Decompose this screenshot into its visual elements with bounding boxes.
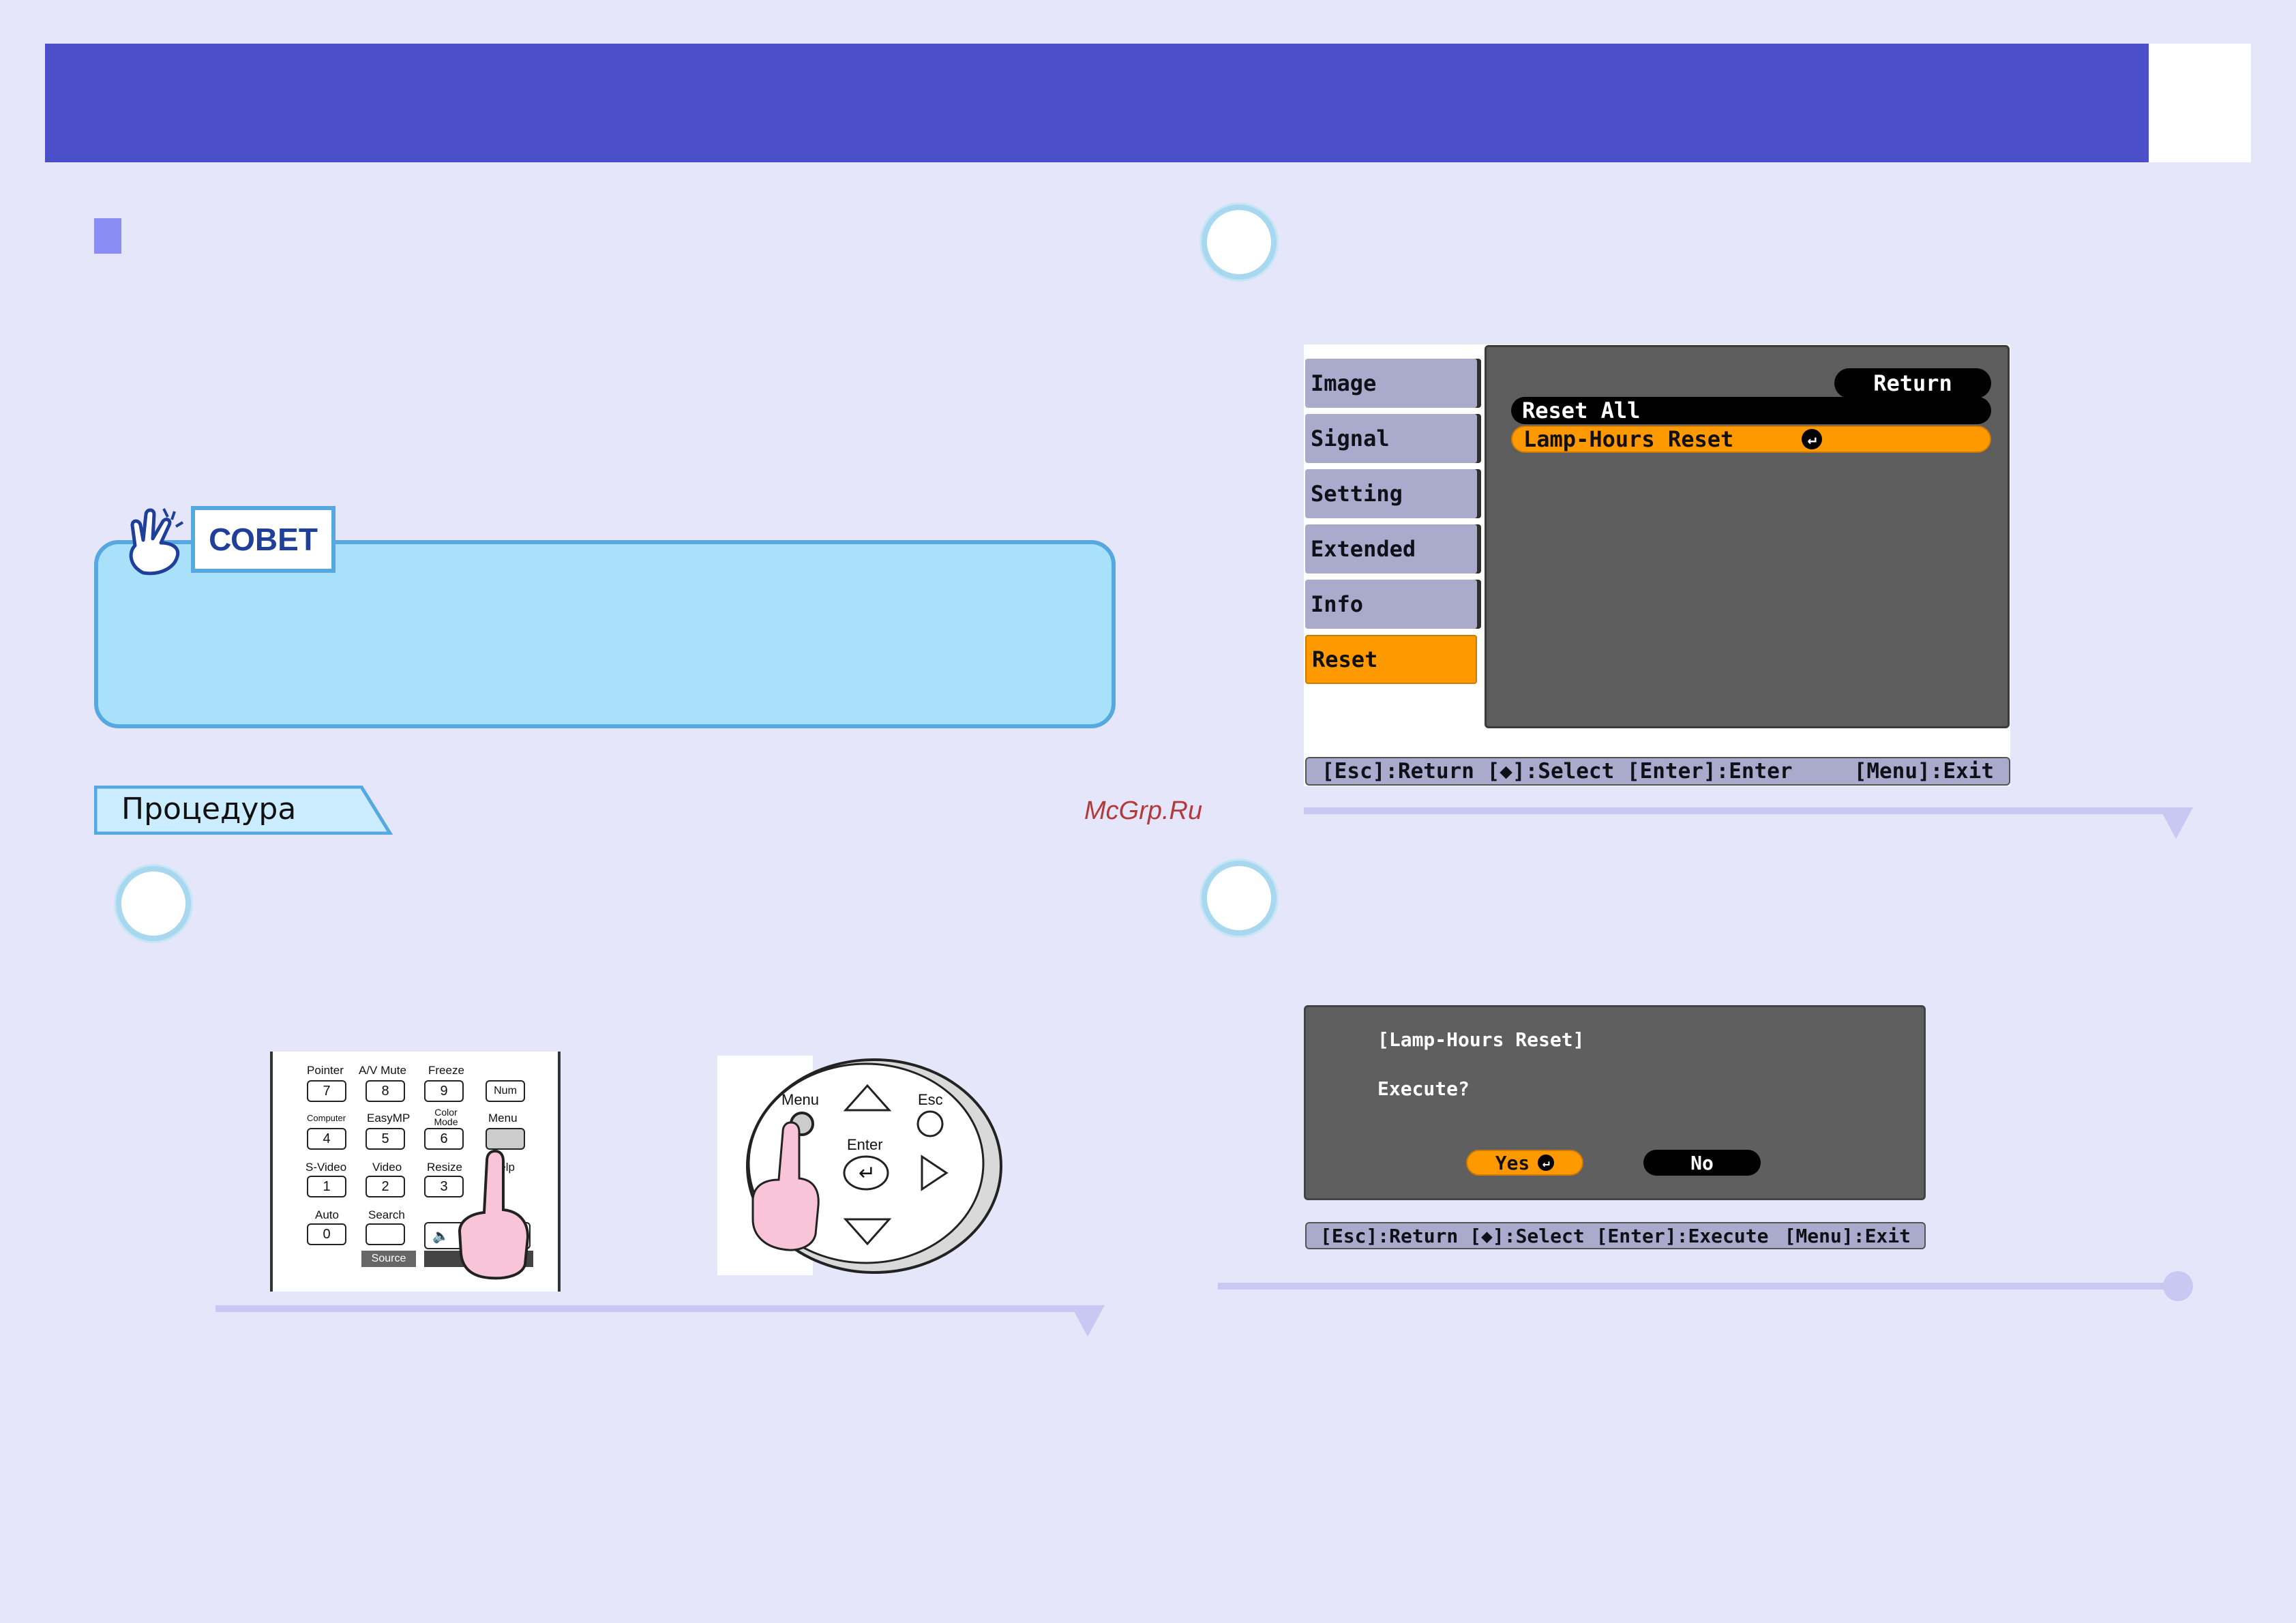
procedure-label: Процедура	[121, 792, 297, 827]
step-circle-3	[1202, 205, 1277, 280]
control-panel-illustration: ↵	[717, 1056, 1002, 1275]
remote-label-easymp: EasyMP	[367, 1112, 411, 1125]
remote-control-illustration: Pointer A/V Mute Freeze 7 8 9 Num Comput…	[270, 1052, 561, 1292]
remote-label-auto: Auto	[315, 1208, 339, 1221]
menu-status-left: [Esc]:Return [◆]:Select [Enter]:Enter	[1322, 759, 1793, 784]
menu-item-info[interactable]: Info	[1305, 580, 1477, 629]
separator-line	[1304, 807, 2170, 814]
return-button[interactable]: Return	[1834, 368, 1991, 398]
pressing-finger-icon	[458, 1149, 530, 1280]
enter-icon: ↵	[1538, 1155, 1555, 1171]
dialog-status-right: [Menu]:Exit	[1784, 1224, 1911, 1247]
menu-status-right: [Menu]:Exit	[1853, 759, 1994, 784]
watermark: McGrp.Ru	[1084, 796, 1203, 825]
panel-label-enter: Enter	[847, 1136, 883, 1153]
remote-label-computer: Computer	[307, 1113, 346, 1123]
panel-label-esc: Esc	[918, 1091, 943, 1108]
separator-line	[215, 1305, 1088, 1312]
remote-label-av-mute: A/V Mute	[359, 1064, 406, 1077]
remote-key-9[interactable]: 9	[424, 1080, 464, 1102]
panel-label-menu: Menu	[781, 1091, 820, 1108]
remote-label-s-video: S-Video	[305, 1161, 347, 1174]
tip-label: СОВЕТ	[191, 506, 336, 573]
menu-item-reset[interactable]: Reset	[1305, 635, 1477, 684]
end-dot-icon	[2163, 1271, 2193, 1301]
yes-label: Yes	[1495, 1151, 1530, 1174]
remote-key-7[interactable]: 7	[307, 1080, 346, 1102]
dialog-title: [Lamp-Hours Reset]	[1377, 1028, 1585, 1051]
pointing-hand-icon	[129, 508, 184, 576]
arrow-down-icon	[2159, 807, 2193, 839]
lamp-hours-reset-option[interactable]: Lamp-Hours Reset ↵	[1511, 426, 1991, 453]
lamp-hours-reset-label: Lamp-Hours Reset	[1523, 426, 1734, 452]
menu-item-extended[interactable]: Extended	[1305, 524, 1477, 574]
remote-key-2[interactable]: 2	[366, 1176, 405, 1197]
menu-item-signal[interactable]: Signal	[1305, 414, 1477, 463]
reset-all-option[interactable]: Reset All	[1511, 397, 1991, 424]
remote-key-5[interactable]: 5	[366, 1128, 405, 1150]
svg-text:↵: ↵	[859, 1161, 876, 1185]
remote-key-1[interactable]: 1	[307, 1176, 346, 1197]
remote-key-num[interactable]: Num	[486, 1080, 525, 1102]
arrow-down-icon	[1071, 1305, 1105, 1337]
dialog-question: Execute?	[1377, 1077, 1470, 1100]
no-button[interactable]: No	[1643, 1150, 1761, 1176]
step-circle-1	[116, 866, 191, 941]
menu-item-image[interactable]: Image	[1305, 359, 1477, 408]
remote-label-color-mode: Color Mode	[434, 1107, 458, 1127]
section-bullet	[94, 218, 121, 254]
remote-label-pointer: Pointer	[307, 1064, 344, 1077]
menu-item-setting[interactable]: Setting	[1305, 469, 1477, 518]
header-page-tab	[2149, 44, 2251, 162]
remote-key-search[interactable]	[366, 1223, 405, 1245]
dialog-status-left: [Esc]:Return [◆]:Select [Enter]:Execute	[1320, 1224, 1769, 1247]
remote-source-bar: Source	[361, 1251, 416, 1267]
dialog-status-bar: [Esc]:Return [◆]:Select [Enter]:Execute …	[1305, 1222, 1926, 1249]
remote-label-menu: Menu	[488, 1112, 518, 1125]
remote-label-video: Video	[372, 1161, 402, 1174]
separator-line	[1218, 1283, 2177, 1290]
remote-label-search: Search	[368, 1208, 405, 1221]
header-bar	[45, 44, 2149, 162]
enter-icon: ↵	[1802, 429, 1823, 449]
yes-button[interactable]: Yes ↵	[1466, 1150, 1583, 1176]
remote-key-8[interactable]: 8	[366, 1080, 405, 1102]
volume-down-icon: 🔈	[432, 1229, 449, 1244]
step-circle-4	[1202, 861, 1277, 936]
remote-key-0[interactable]: 0	[307, 1223, 346, 1245]
remote-label-freeze: Freeze	[428, 1064, 464, 1077]
menu-status-bar: [Esc]:Return [◆]:Select [Enter]:Enter [M…	[1305, 757, 2010, 786]
remote-key-4[interactable]: 4	[307, 1128, 346, 1150]
